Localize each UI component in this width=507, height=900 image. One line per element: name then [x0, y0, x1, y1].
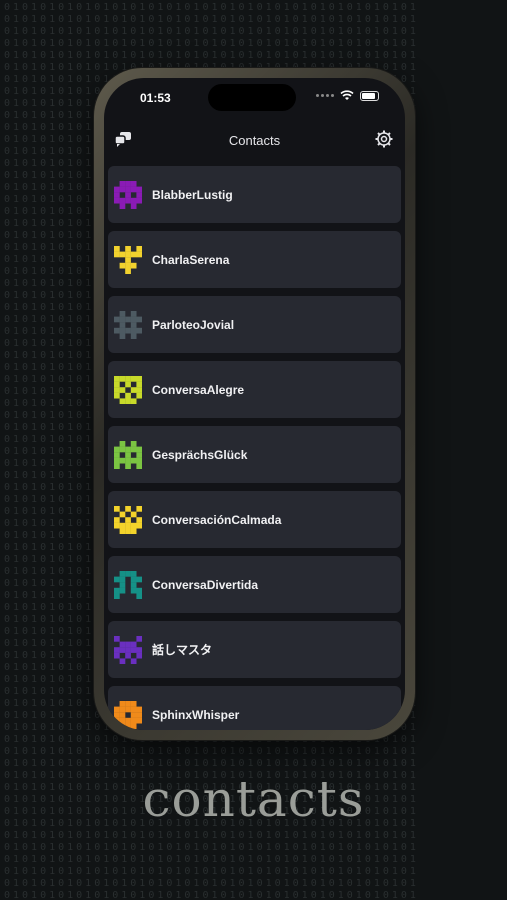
wifi-icon	[340, 90, 354, 100]
contact-row[interactable]: ConversaDivertida	[108, 556, 401, 613]
avatar-icon	[114, 180, 142, 209]
nav-title: Contacts	[228, 133, 281, 148]
contact-name: ConversaAlegre	[152, 382, 245, 397]
contact-row[interactable]: SphinxWhisper	[108, 686, 401, 730]
avatar-icon	[114, 375, 142, 404]
status-icons	[316, 90, 379, 101]
contact-name: ConversaciónCalmada	[152, 512, 282, 527]
contact-name: BlabberLustig	[152, 187, 233, 202]
dynamic-island	[208, 84, 296, 111]
contact-row[interactable]: CharlaSerena	[108, 231, 401, 288]
gear-icon[interactable]	[375, 130, 393, 148]
phone-screen: 01:53 Contacts BlabberLustig CharlaSerena…	[104, 78, 405, 730]
contact-row[interactable]: BlabberLustig	[108, 166, 401, 223]
contact-name: CharlaSerena	[152, 252, 230, 267]
avatar-icon	[114, 505, 142, 534]
contact-row[interactable]: ConversaAlegre	[108, 361, 401, 418]
contact-name: ParloteoJovial	[152, 317, 235, 332]
status-time: 01:53	[140, 91, 171, 105]
contact-name: SphinxWhisper	[152, 707, 240, 722]
avatar-icon	[114, 310, 142, 339]
contact-row[interactable]: ParloteoJovial	[108, 296, 401, 353]
contact-row[interactable]: GesprächsGlück	[108, 426, 401, 483]
avatar-icon	[114, 440, 142, 469]
contacts-list[interactable]: BlabberLustig CharlaSerena ParloteoJovial C…	[108, 166, 401, 730]
contact-row[interactable]: 話しマスタ	[108, 621, 401, 678]
avatar-icon	[114, 570, 142, 599]
battery-icon	[360, 90, 379, 101]
avatar-icon	[114, 635, 142, 664]
contact-name: ConversaDivertida	[152, 577, 259, 592]
avatar-icon	[114, 245, 142, 274]
avatar-icon	[114, 700, 142, 729]
contact-row[interactable]: ConversaciónCalmada	[108, 491, 401, 548]
contact-name: 話しマスタ	[152, 643, 213, 657]
contact-name: GesprächsGlück	[152, 447, 248, 462]
signal-dots-icon	[316, 94, 334, 97]
caption-text: contacts	[142, 770, 365, 828]
